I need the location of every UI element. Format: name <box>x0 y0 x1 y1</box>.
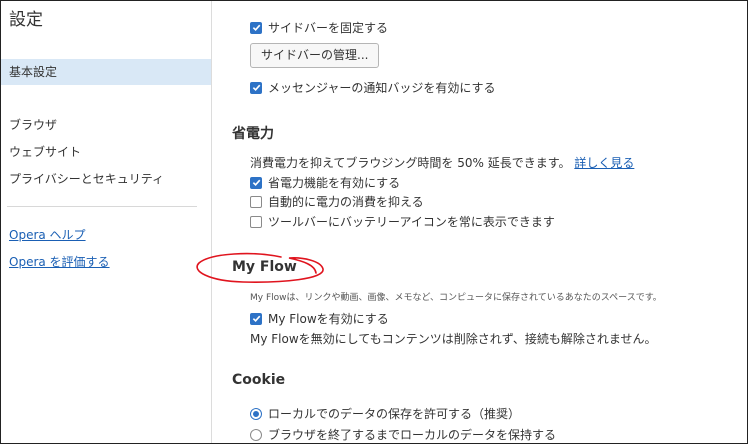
battery-description-text: 消費電力を抑えてブラウジング時間を 50% 延長できます。 <box>250 156 571 170</box>
my-flow-description: My Flowは、リンクや動画、画像、メモなど、コンピュータに保存されているあな… <box>250 293 662 303</box>
sidebar-item-basic[interactable]: 基本設定 <box>1 59 211 85</box>
sidebar-item-websites[interactable]: ウェブサイト <box>1 139 211 165</box>
battery-saver-heading: 省電力 <box>232 126 274 142</box>
settings-content: サイドバーを固定する サイドバーの管理... メッセンジャーの通知バッジを有効に… <box>212 1 747 443</box>
sidebar-divider <box>7 206 197 207</box>
messenger-badges-option[interactable]: メッセンジャーの通知バッジを有効にする <box>250 79 496 96</box>
learn-more-link[interactable]: 詳しく見る <box>574 156 634 170</box>
checkbox-checked-icon[interactable] <box>250 81 262 94</box>
enable-my-flow-option[interactable]: My Flowを有効にする <box>250 310 389 327</box>
battery-icon-label: ツールバーにバッテリーアイコンを常に表示できます <box>268 215 555 229</box>
settings-title: 設定 <box>9 10 43 30</box>
messenger-badges-label: メッセンジャーの通知バッジを有効にする <box>268 81 496 95</box>
opera-help-link[interactable]: Opera ヘルプ <box>9 226 86 243</box>
battery-saver-description: 消費電力を抑えてブラウジング時間を 50% 延長できます。 詳しく見る <box>250 154 634 171</box>
my-flow-note: My Flowを無効にしてもコンテンツは削除されず、接続も解除されません。 <box>250 332 657 346</box>
settings-window: 設定 基本設定 ブラウザ ウェブサイト プライバシーとセキュリティ Opera … <box>0 0 748 444</box>
checkbox-checked-icon[interactable] <box>250 21 262 34</box>
pin-sidebar-label: サイドバーを固定する <box>268 21 389 35</box>
auto-battery-saver-option[interactable]: 自動的に電力の消費を抑える <box>250 193 424 210</box>
checkbox-checked-icon[interactable] <box>250 312 262 325</box>
my-flow-heading: My Flow <box>232 259 297 275</box>
checkbox-unchecked-icon[interactable] <box>250 215 262 228</box>
cookie-session-label: ブラウザを終了するまでローカルのデータを保持する <box>268 428 557 442</box>
radio-unselected-icon[interactable] <box>250 428 262 441</box>
pin-sidebar-option[interactable]: サイドバーを固定する <box>250 19 388 36</box>
enable-my-flow-label: My Flowを有効にする <box>268 312 389 326</box>
radio-selected-icon[interactable] <box>250 407 262 420</box>
cookie-heading: Cookie <box>232 372 286 388</box>
sidebar-item-browser[interactable]: ブラウザ <box>1 112 211 138</box>
cookie-allow-label: ローカルでのデータの保存を許可する（推奨） <box>268 407 521 421</box>
auto-battery-saver-label: 自動的に電力の消費を抑える <box>268 195 424 209</box>
enable-battery-saver-label: 省電力機能を有効にする <box>268 176 401 190</box>
battery-icon-option[interactable]: ツールバーにバッテリーアイコンを常に表示できます <box>250 213 555 230</box>
checkbox-checked-icon[interactable] <box>250 176 262 189</box>
sidebar-item-privacy-security[interactable]: プライバシーとセキュリティ <box>1 166 211 192</box>
cookie-session-option[interactable]: ブラウザを終了するまでローカルのデータを保持する <box>250 426 556 443</box>
rate-opera-link[interactable]: Opera を評価する <box>9 253 110 270</box>
enable-battery-saver-option[interactable]: 省電力機能を有効にする <box>250 174 400 191</box>
cookie-allow-option[interactable]: ローカルでのデータの保存を許可する（推奨） <box>250 405 520 422</box>
manage-sidebar-button[interactable]: サイドバーの管理... <box>250 43 380 68</box>
settings-sidebar: 設定 基本設定 ブラウザ ウェブサイト プライバシーとセキュリティ Opera … <box>1 1 211 443</box>
checkbox-unchecked-icon[interactable] <box>250 195 262 208</box>
